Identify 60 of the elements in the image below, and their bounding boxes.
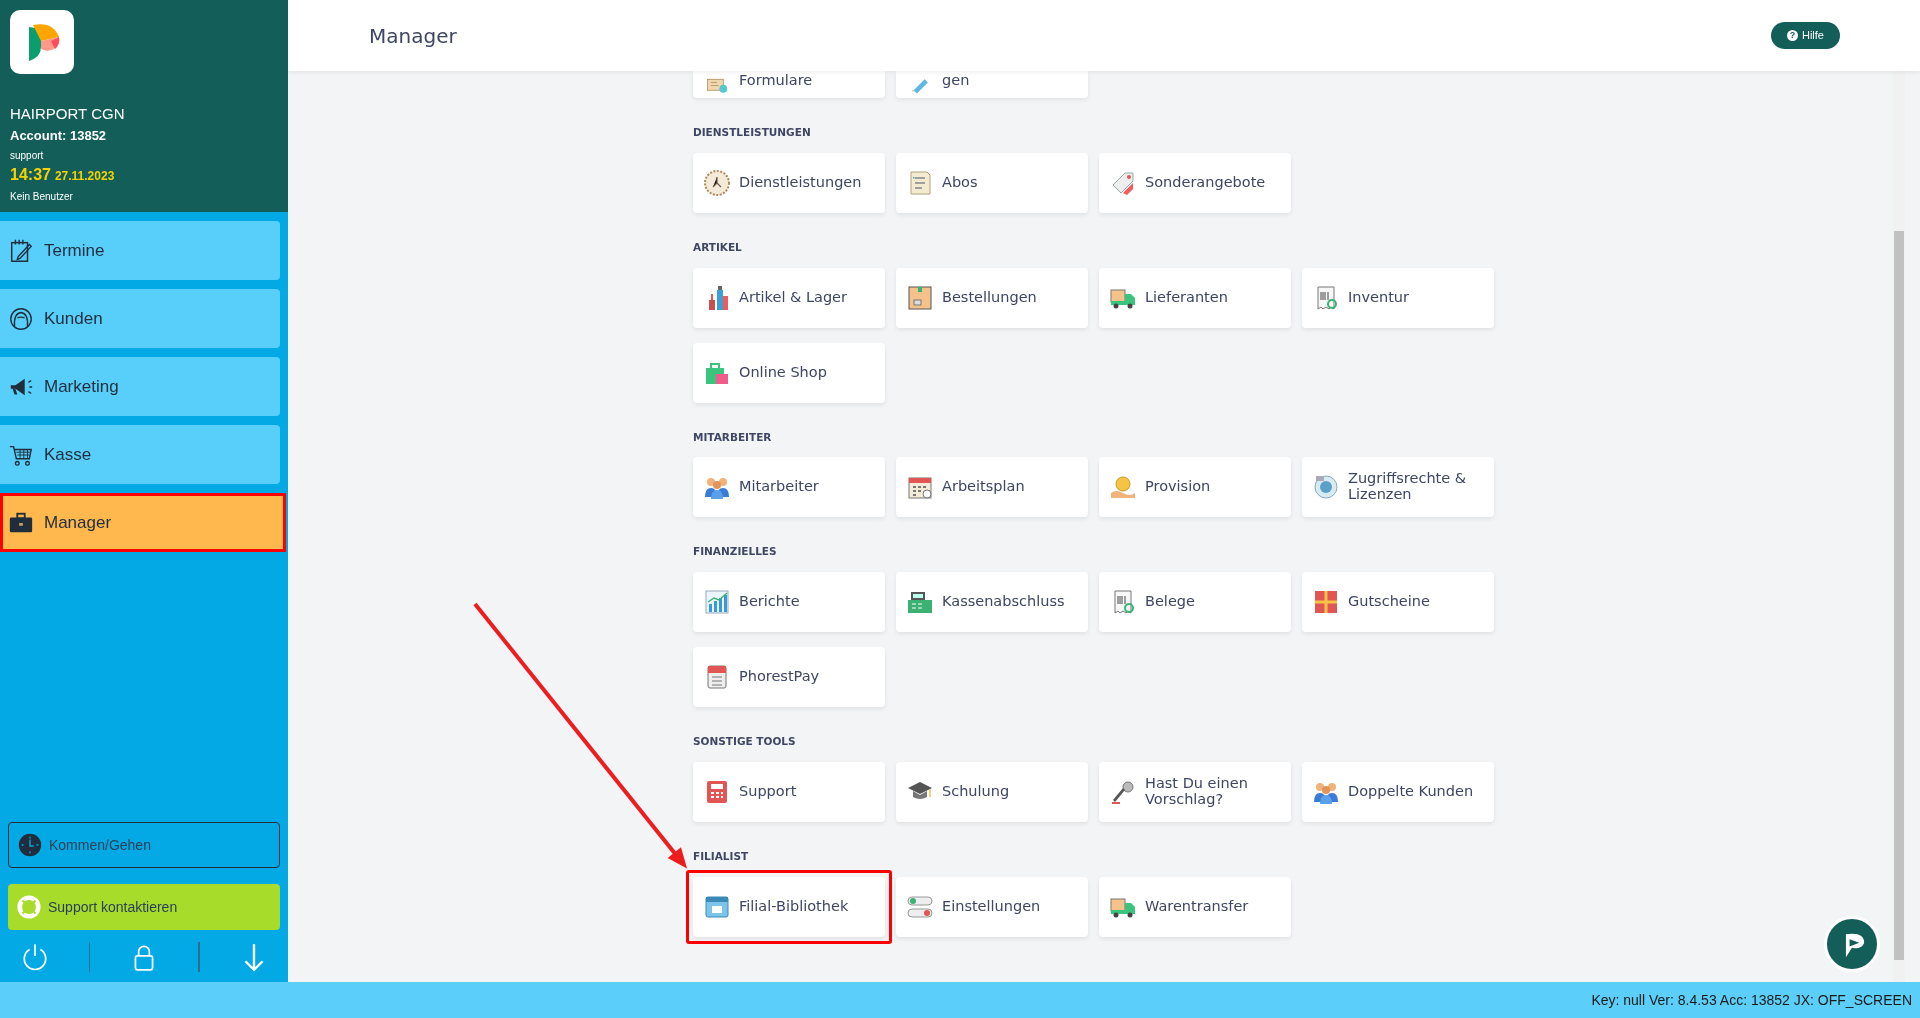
manager-tile[interactable]: Warentransfer bbox=[1099, 876, 1291, 937]
manager-tile[interactable]: Bestellungen bbox=[896, 267, 1088, 328]
clock-in-button[interactable]: Kommen/Gehen bbox=[8, 822, 280, 868]
employee-status: Kein Benutzer bbox=[10, 190, 74, 204]
nav-item[interactable]: Manager bbox=[0, 493, 286, 552]
manager-tile[interactable]: Lieferanten bbox=[1099, 267, 1291, 328]
clock-icon bbox=[17, 832, 43, 858]
manager-tile[interactable]: Doppelte Kunden bbox=[1302, 761, 1494, 822]
manager-tile[interactable]: Support bbox=[693, 761, 885, 822]
box-icon bbox=[906, 283, 934, 312]
support-button[interactable]: Support kontaktieren bbox=[8, 884, 280, 930]
user-name: support bbox=[10, 149, 45, 163]
manager-tile[interactable]: Abos bbox=[896, 152, 1088, 213]
nav-item[interactable]: Kunden bbox=[0, 289, 280, 348]
manager-tile[interactable]: Arbeitsplan bbox=[896, 457, 1088, 518]
lifebuoy-icon bbox=[16, 894, 42, 920]
notepad-icon bbox=[8, 237, 34, 264]
gift-icon bbox=[1312, 588, 1340, 616]
chat-button[interactable] bbox=[1824, 916, 1880, 972]
manager-tile[interactable]: Mitarbeiter bbox=[693, 457, 885, 518]
manager-tile[interactable]: Einstellungen bbox=[896, 876, 1088, 937]
section-heading: DIENSTLEISTUNGEN bbox=[693, 125, 812, 140]
manager-tile[interactable]: Schulung bbox=[896, 761, 1088, 822]
app-logo bbox=[10, 10, 74, 74]
manager-tile[interactable]: Berichte bbox=[693, 572, 885, 632]
nav-item[interactable]: Marketing bbox=[0, 357, 280, 416]
head-icon bbox=[8, 305, 34, 332]
manager-tile[interactable]: Formulare bbox=[693, 71, 885, 98]
manager-tile[interactable]: Zugriffsrechte & Lizenzen bbox=[1302, 457, 1494, 518]
section-heading: FILIALIST bbox=[693, 848, 750, 864]
current-date: 27.11.2023 bbox=[54, 168, 115, 185]
section-heading: ARTIKEL bbox=[693, 239, 743, 255]
section-heading: FINANZIELLES bbox=[693, 544, 778, 560]
manager-tile[interactable]: Hast Du einen Vorschlag? bbox=[1099, 761, 1291, 822]
manager-tile[interactable]: Dienstleistungen bbox=[693, 152, 885, 213]
manager-tile[interactable]: Filial-Bibliothek bbox=[693, 876, 885, 937]
manager-tile[interactable]: Kassenabschluss bbox=[896, 572, 1088, 632]
nav-item[interactable]: Termine bbox=[0, 221, 280, 280]
status-bar: Key: null Ver: 8.4.53 Acc: 13852 JX: OFF_SCREEN bbox=[0, 982, 1920, 1018]
dial-icon bbox=[703, 168, 731, 197]
salon-name: HAIRPORT CGN bbox=[10, 104, 126, 124]
manager-tile[interactable]: Online Shop bbox=[693, 342, 885, 403]
manager-tile[interactable]: Sonderangebote bbox=[1099, 152, 1291, 213]
chart-icon bbox=[703, 588, 731, 616]
manager-tile[interactable]: gen bbox=[896, 71, 1088, 98]
section-heading: MITARBEITER bbox=[693, 429, 773, 445]
manager-tile[interactable]: Inventur bbox=[1302, 267, 1494, 328]
manager-tile[interactable]: Gutscheine bbox=[1302, 572, 1494, 632]
manager-tile[interactable]: PhorestPay bbox=[693, 647, 885, 707]
section-heading: SONSTIGE TOOLS bbox=[693, 734, 797, 749]
help-button[interactable]: ? Hilfe bbox=[1771, 22, 1840, 49]
badge-icon bbox=[1312, 473, 1340, 502]
manager-tile[interactable]: Artikel & Lager bbox=[693, 267, 885, 328]
help-icon: ? bbox=[1787, 30, 1798, 41]
manager-tile[interactable]: Belege bbox=[1099, 572, 1291, 632]
clock-time: 14:37 bbox=[10, 165, 51, 185]
page-title: Manager bbox=[369, 23, 457, 48]
nav-item[interactable]: Kasse bbox=[0, 425, 280, 484]
manager-tile[interactable]: Provision bbox=[1099, 457, 1291, 518]
account-number: Account: 13852 bbox=[10, 126, 108, 145]
